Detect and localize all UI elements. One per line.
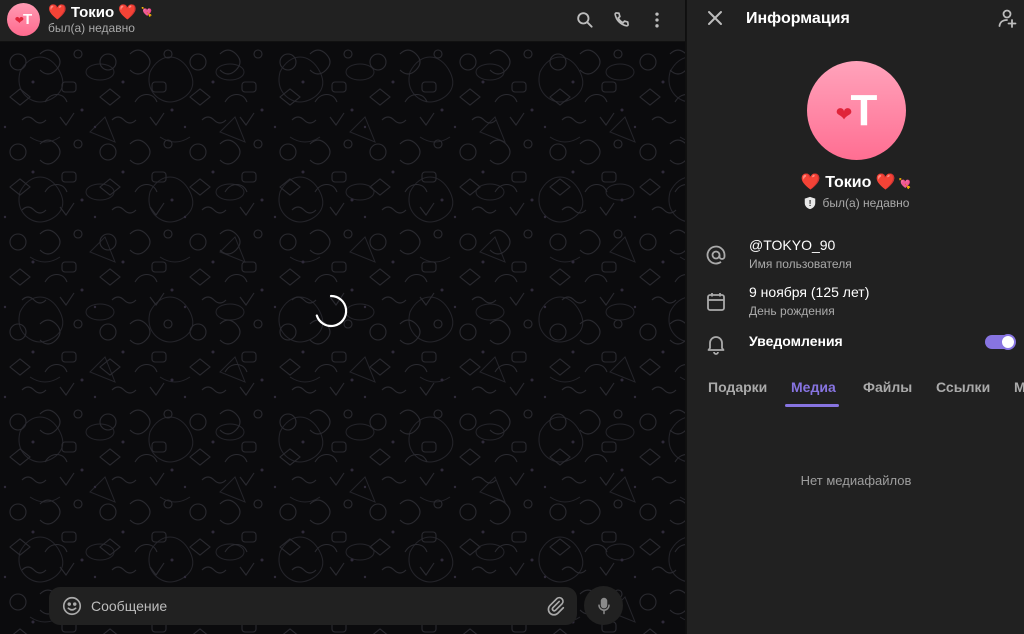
add-contact-icon[interactable]	[995, 6, 1019, 30]
tab-files[interactable]: Файлы	[863, 379, 912, 395]
profile-avatar[interactable]: ❤ T	[807, 61, 906, 160]
avatar-letter: T	[23, 11, 33, 28]
message-composer[interactable]	[49, 587, 577, 625]
loading-spinner	[315, 294, 348, 328]
profile-name-text: Токио	[825, 174, 872, 191]
profile-avatar-letter: T	[850, 85, 878, 135]
info-panel: Информация ❤ T ❤️ Токио ❤️ 💘 ! был(а) нед…	[686, 0, 1024, 634]
svg-text:!: !	[808, 199, 811, 208]
toggle-knob	[1000, 334, 1016, 350]
more-vertical-icon[interactable]	[644, 7, 670, 33]
username-value: @TOKYO_90	[749, 237, 836, 253]
search-icon[interactable]	[572, 7, 598, 33]
name-extra-emoji: 💘	[898, 179, 912, 190]
chat-title-text: Токио	[70, 3, 115, 21]
tab-links[interactable]: Ссылки	[936, 379, 990, 395]
name-heart-icon-2: ❤️	[875, 174, 896, 191]
notifications-toggle[interactable]	[985, 334, 1016, 350]
profile-status-line: ! был(а) недавно	[687, 196, 1024, 210]
bell-icon	[707, 336, 725, 355]
calendar-icon	[707, 293, 725, 311]
name-heart-icon: ❤️	[800, 174, 821, 191]
empty-media-text: Нет медиафайлов	[800, 473, 912, 488]
paperclip-icon[interactable]	[545, 595, 567, 617]
profile-name: ❤️ Токио ❤️ 💘	[687, 172, 1024, 192]
info-panel-header: Информация	[687, 0, 1024, 38]
title-extra-emoji: 💘	[141, 6, 153, 17]
info-panel-title: Информация	[746, 10, 850, 27]
active-tab-indicator	[785, 404, 839, 407]
title-heart-icon: ❤️	[48, 4, 67, 21]
chat-header[interactable]: ❤ T ❤️ Токио ❤️ 💘 был(а) недавно	[0, 0, 685, 42]
close-icon[interactable]	[703, 6, 727, 30]
tab-more[interactable]: М	[1014, 379, 1024, 395]
microphone-icon[interactable]	[584, 586, 623, 625]
title-heart-icon-2: ❤️	[118, 4, 137, 21]
tab-media[interactable]: Медиа	[791, 379, 836, 395]
smile-icon[interactable]	[61, 595, 83, 617]
at-icon	[706, 245, 726, 265]
shield-badge-icon: !	[804, 196, 815, 210]
chat-wallpaper-pattern	[0, 42, 685, 634]
birthday-value: 9 ноября (125 лет)	[749, 284, 870, 300]
chat-avatar[interactable]: ❤ T	[7, 3, 40, 36]
media-tabs: Подарки Медиа Файлы Ссылки М	[687, 370, 1024, 407]
notifications-label: Уведомления	[749, 333, 843, 349]
chat-title[interactable]: ❤️ Токио ❤️ 💘	[48, 3, 153, 22]
birthday-row[interactable]: 9 ноября (125 лет) День рождения	[687, 280, 1024, 326]
birthday-label: День рождения	[749, 304, 835, 318]
chat-status: был(а) недавно	[48, 21, 135, 35]
username-label: Имя пользователя	[749, 257, 852, 271]
tab-gifts[interactable]: Подарки	[708, 379, 767, 395]
chat-area: ❤ T ❤️ Токио ❤️ 💘 был(а) недавно	[0, 0, 685, 634]
message-input[interactable]	[91, 587, 541, 625]
profile-status: был(а) недавно	[822, 196, 910, 210]
phone-icon[interactable]	[608, 7, 634, 33]
notifications-row[interactable]: Уведомления	[687, 324, 1024, 370]
username-row[interactable]: @TOKYO_90 Имя пользователя	[687, 233, 1024, 279]
